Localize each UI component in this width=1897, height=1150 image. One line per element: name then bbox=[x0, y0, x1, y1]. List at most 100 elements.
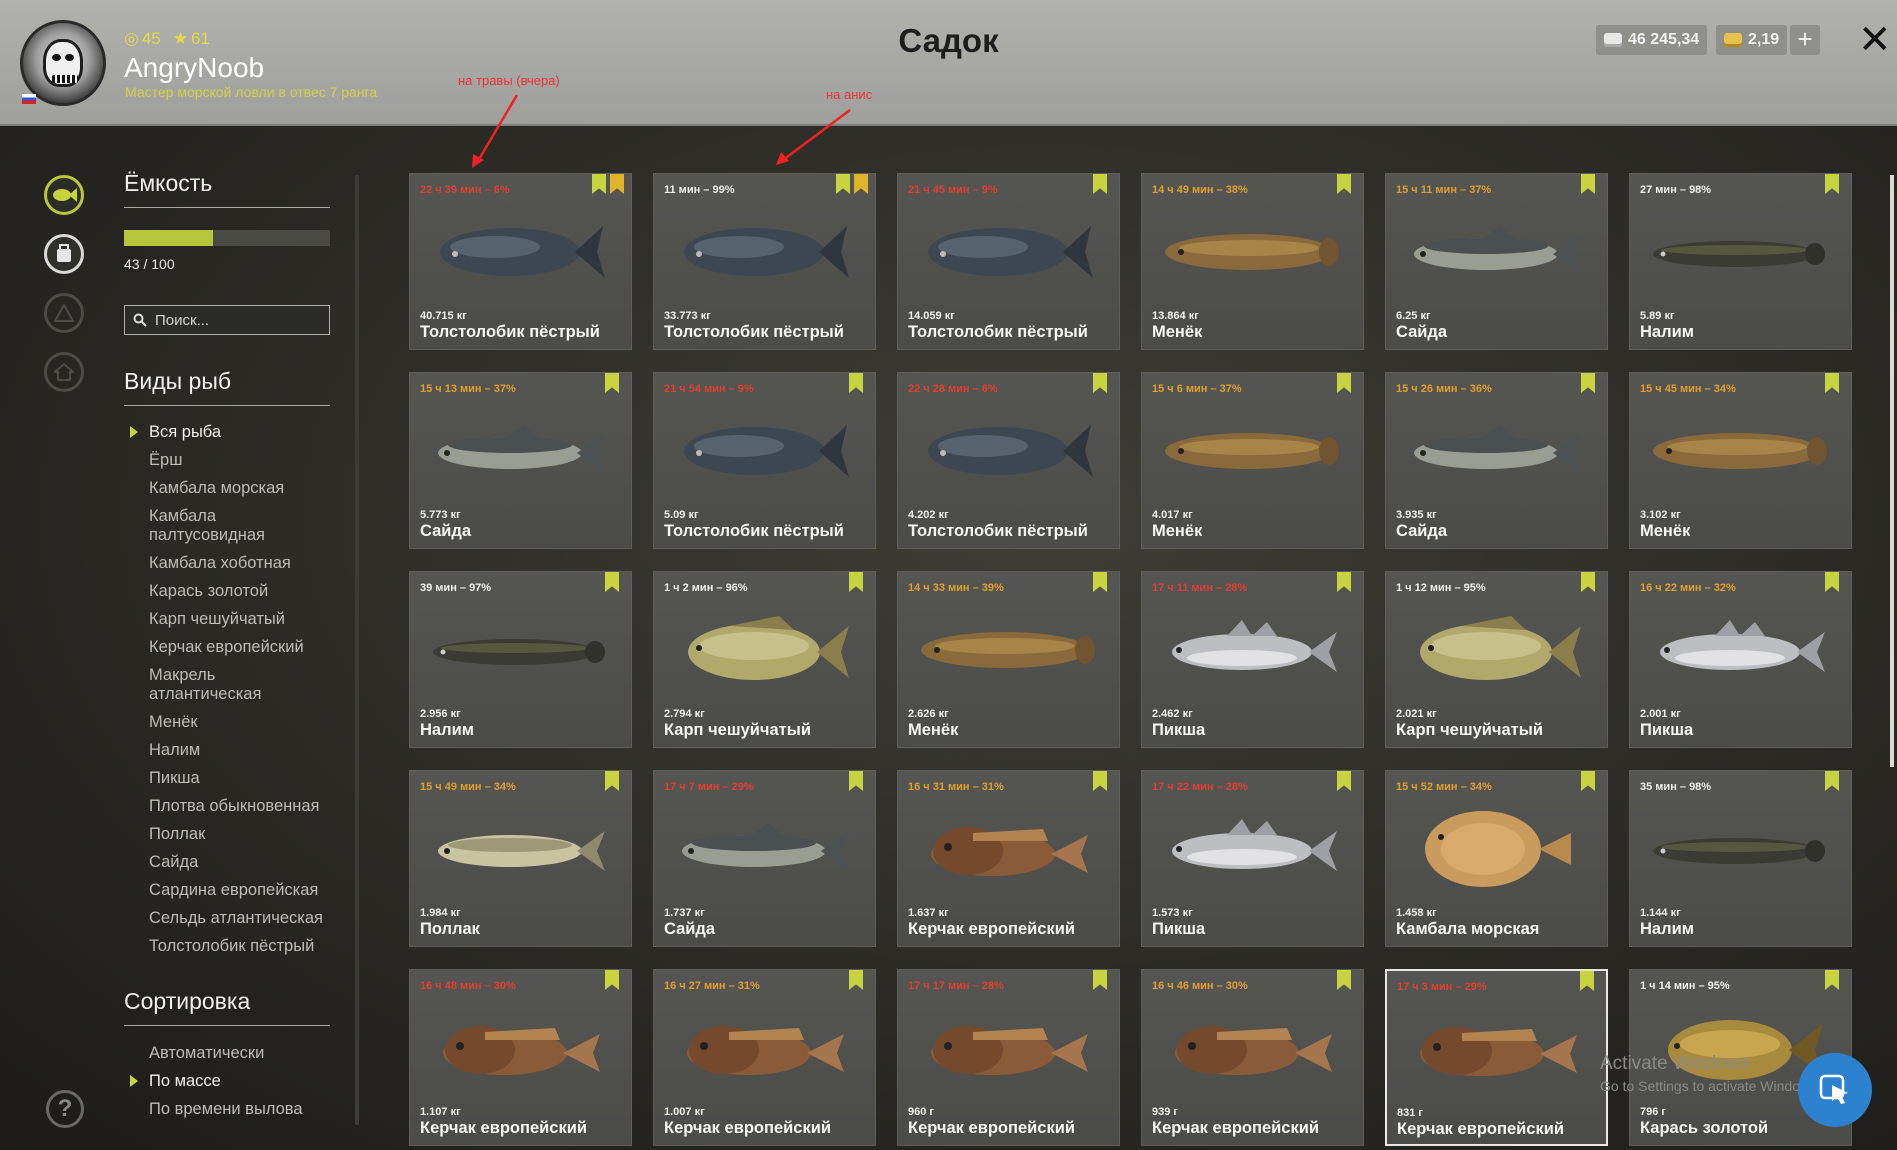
fish-card[interactable]: 17 ч 22 мин – 28% 1.573 кг Пикша bbox=[1141, 770, 1364, 947]
bookmark-icon[interactable] bbox=[605, 771, 619, 791]
fish-card[interactable]: 15 ч 45 мин – 34% 3.102 кг Менёк bbox=[1629, 372, 1852, 549]
star-bookmark-icon[interactable] bbox=[610, 174, 624, 194]
bookmark-icon[interactable] bbox=[849, 970, 863, 990]
sorting-item[interactable]: Автоматически bbox=[124, 1044, 330, 1063]
grid-scrollbar[interactable] bbox=[1890, 175, 1894, 767]
species-item[interactable]: Карась золотой bbox=[124, 582, 330, 601]
fish-image bbox=[1165, 234, 1339, 270]
bookmark-icon[interactable] bbox=[1337, 771, 1351, 791]
bookmark-icon[interactable] bbox=[1581, 373, 1595, 393]
bookmark-icon[interactable] bbox=[1580, 971, 1594, 991]
capacity-count: 43 / 100 bbox=[124, 256, 175, 272]
bookmark-icon[interactable] bbox=[1093, 572, 1107, 592]
fish-card[interactable]: 16 ч 27 мин – 31% 1.007 кг Керчак европейс… bbox=[653, 969, 876, 1146]
bookmark-icon[interactable] bbox=[1093, 771, 1107, 791]
species-item[interactable]: Пикша bbox=[124, 769, 330, 788]
fish-card[interactable]: 15 ч 49 мин – 34% 1.984 кг Поллак bbox=[409, 770, 632, 947]
fish-card[interactable]: 21 ч 45 мин – 9% 14.059 кг Толстолобик пёс… bbox=[897, 173, 1120, 350]
species-item[interactable]: Камбала хоботная bbox=[124, 554, 330, 573]
bookmark-icon[interactable] bbox=[1337, 970, 1351, 990]
bookmark-icon[interactable] bbox=[1581, 174, 1595, 194]
fish-card[interactable]: 16 ч 22 мин – 32% 2.001 кг Пикша bbox=[1629, 571, 1852, 748]
fish-card[interactable]: 17 ч 3 мин – 29% 831 г Керчак европейский bbox=[1385, 969, 1608, 1146]
species-item[interactable]: Камбала палтусовидная bbox=[124, 507, 330, 545]
fish-card[interactable]: 17 ч 11 мин – 28% 2.462 кг Пикша bbox=[1141, 571, 1364, 748]
fish-card[interactable]: 27 мин – 98% 5.89 кг Налим bbox=[1629, 173, 1852, 350]
bookmark-icon[interactable] bbox=[1825, 771, 1839, 791]
species-item[interactable]: Карп чешуйчатый bbox=[124, 610, 330, 629]
species-item[interactable]: Сельдь атлантическая bbox=[124, 909, 330, 928]
star-bookmark-icon[interactable] bbox=[854, 174, 868, 194]
fish-card[interactable]: 1 ч 2 мин – 96% 2.794 кг Карп чешуйчатый bbox=[653, 571, 876, 748]
search-input[interactable] bbox=[153, 310, 317, 330]
fish-card[interactable]: 35 мин – 98% 1.144 кг Налим bbox=[1629, 770, 1852, 947]
bookmark-icon[interactable] bbox=[592, 174, 606, 194]
fish-card[interactable]: 16 ч 48 мин – 30% 1.107 кг Керчак европейс… bbox=[409, 969, 632, 1146]
bookmark-icon[interactable] bbox=[605, 970, 619, 990]
bookmark-icon[interactable] bbox=[1093, 174, 1107, 194]
fish-card[interactable]: 15 ч 26 мин – 36% 3.935 кг Сайда bbox=[1385, 372, 1608, 549]
species-item[interactable]: Толстолобик пёстрый bbox=[124, 937, 330, 956]
fish-card[interactable]: 21 ч 54 мин – 9% 5.09 кг Толстолобик пёстр… bbox=[653, 372, 876, 549]
species-item[interactable]: Керчак европейский bbox=[124, 638, 330, 657]
fish-card[interactable]: 15 ч 13 мин – 37% 5.773 кг Сайда bbox=[409, 372, 632, 549]
bookmark-icon[interactable] bbox=[1825, 572, 1839, 592]
bookmark-icon[interactable] bbox=[849, 373, 863, 393]
help-icon[interactable]: ? bbox=[46, 1090, 84, 1128]
species-item[interactable]: Налим bbox=[124, 741, 330, 760]
species-item[interactable]: Плотва обыкновенная bbox=[124, 797, 330, 816]
bookmark-icon[interactable] bbox=[836, 174, 850, 194]
fish-card[interactable]: 15 ч 6 мин – 37% 4.017 кг Менёк bbox=[1141, 372, 1364, 549]
fish-card[interactable]: 16 ч 31 мин – 31% 1.637 кг Керчак европейс… bbox=[897, 770, 1120, 947]
bookmark-icon[interactable] bbox=[849, 771, 863, 791]
fish-card[interactable]: 17 ч 17 мин – 28% 960 г Керчак европейский bbox=[897, 969, 1120, 1146]
bookmark-icon[interactable] bbox=[605, 373, 619, 393]
bookmark-icon[interactable] bbox=[1825, 174, 1839, 194]
fish-card[interactable]: 22 ч 28 мин – 6% 4.202 кг Толстолобик пёст… bbox=[897, 372, 1120, 549]
tent-nav[interactable] bbox=[44, 293, 84, 333]
fish-card[interactable]: 15 ч 11 мин – 37% 6.25 кг Сайда bbox=[1385, 173, 1608, 350]
bookmark-icon[interactable] bbox=[849, 572, 863, 592]
species-item[interactable]: Вся рыба bbox=[124, 423, 330, 442]
sorting-item[interactable]: По массе bbox=[124, 1072, 330, 1091]
buy-currency-button[interactable]: + bbox=[1790, 25, 1820, 55]
species-item[interactable]: Камбала морская bbox=[124, 479, 330, 498]
sorting-item[interactable]: По времени вылова bbox=[124, 1100, 330, 1119]
fish-card[interactable]: 17 ч 7 мин – 29% 1.737 кг Сайда bbox=[653, 770, 876, 947]
close-button[interactable]: ✕ bbox=[1858, 20, 1892, 60]
fish-card[interactable]: 11 мин – 99% 33.773 кг Толстолобик пёстрый bbox=[653, 173, 876, 350]
cursor-action-button[interactable] bbox=[1798, 1053, 1872, 1127]
search-box[interactable] bbox=[124, 305, 330, 335]
fish-freshness-timer: 35 мин – 98% bbox=[1640, 781, 1712, 793]
fish-image bbox=[1172, 819, 1337, 871]
fish-card[interactable]: 1 ч 12 мин – 95% 2.021 кг Карп чешуйчатый bbox=[1385, 571, 1608, 748]
species-item[interactable]: Сайда bbox=[124, 853, 330, 872]
fish-card[interactable]: 14 ч 49 мин – 38% 13.864 кг Менёк bbox=[1141, 173, 1364, 350]
bookmark-icon[interactable] bbox=[1825, 970, 1839, 990]
fish-card[interactable]: 22 ч 39 мин – 6% 40.715 кг Толстолобик пёс… bbox=[409, 173, 632, 350]
house-nav[interactable] bbox=[44, 352, 84, 392]
bookmark-icon[interactable] bbox=[1581, 771, 1595, 791]
fish-card[interactable]: 14 ч 33 мин – 39% 2.626 кг Менёк bbox=[897, 571, 1120, 748]
species-item[interactable]: Поллак bbox=[124, 825, 330, 844]
fish-card[interactable]: 39 мин – 97% 2.956 кг Налим bbox=[409, 571, 632, 748]
side-panel-scrollbar[interactable] bbox=[355, 175, 359, 1125]
fish-image bbox=[1175, 1026, 1332, 1075]
keepnet-bucket-nav[interactable] bbox=[44, 234, 84, 274]
species-item[interactable]: Менёк bbox=[124, 713, 330, 732]
bookmark-icon[interactable] bbox=[1337, 174, 1351, 194]
species-item[interactable]: Ёрш bbox=[124, 451, 330, 470]
bookmark-icon[interactable] bbox=[605, 572, 619, 592]
bookmark-icon[interactable] bbox=[1825, 373, 1839, 393]
fish-name: Керчак европейский bbox=[664, 1119, 831, 1137]
species-item[interactable]: Макрель атлантическая bbox=[124, 666, 330, 704]
bookmark-icon[interactable] bbox=[1337, 572, 1351, 592]
fish-card[interactable]: 16 ч 46 мин – 30% 939 г Керчак европейский bbox=[1141, 969, 1364, 1146]
bookmark-icon[interactable] bbox=[1337, 373, 1351, 393]
species-item[interactable]: Сардина европейская bbox=[124, 881, 330, 900]
keepnet-fish-nav[interactable] bbox=[44, 175, 84, 215]
bookmark-icon[interactable] bbox=[1093, 373, 1107, 393]
bookmark-icon[interactable] bbox=[1093, 970, 1107, 990]
bookmark-icon[interactable] bbox=[1581, 572, 1595, 592]
fish-card[interactable]: 15 ч 52 мин – 34% 1.458 кг Камбала морская bbox=[1385, 770, 1608, 947]
